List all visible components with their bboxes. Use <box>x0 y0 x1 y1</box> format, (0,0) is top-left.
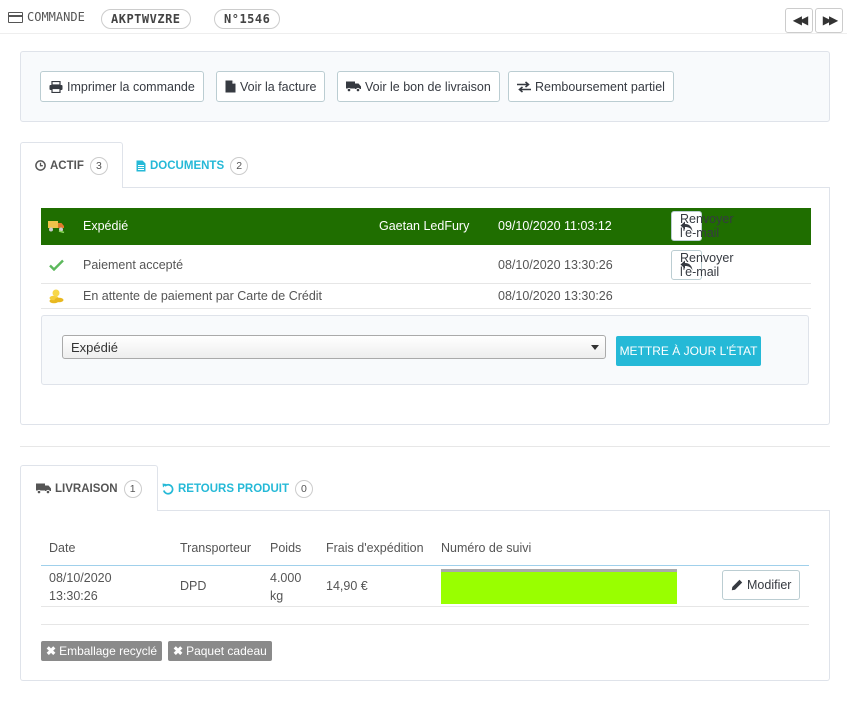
tab-documents-count: 2 <box>230 156 249 175</box>
column-header-weight: Poids <box>270 541 302 555</box>
order-number: N°1546 <box>214 9 281 29</box>
truck-icon <box>346 81 361 92</box>
resend-email-button[interactable]: Renvoyer l'e-mail <box>671 250 734 280</box>
update-status-button[interactable]: METTRE À JOUR L'ÉTAT <box>616 336 761 366</box>
history-status: Expédié <box>83 219 129 233</box>
history-employee: Gaetan LedFury <box>379 219 470 233</box>
tab-active-count: 3 <box>89 156 108 175</box>
status-update-form: Expédié METTRE À JOUR L'ÉTAT <box>41 315 809 385</box>
order-status-selected: Expédié <box>71 340 118 355</box>
next-order-button[interactable]: ▶▶ <box>815 8 843 33</box>
recycled-packaging-tag: ✖ Emballage recyclé <box>41 641 163 661</box>
order-title-label: COMMANDE <box>27 10 85 24</box>
tab-delivery-label: LIVRAISON <box>55 482 118 495</box>
forward-icon: ▶▶ <box>822 13 839 27</box>
partial-refund-label: Remboursement partiel <box>535 79 665 94</box>
status-tabs: ACTIF 3 DOCUMENTS 2 <box>20 142 830 189</box>
shipment-weight-unit: kg <box>270 589 284 603</box>
recycled-packaging-label: Emballage recyclé <box>59 644 158 658</box>
history-row: Paiement accepté 08/10/2020 13:30:26 Ren… <box>41 245 811 284</box>
print-order-button[interactable]: Imprimer la commande <box>40 71 204 102</box>
tracking-number-redacted <box>441 569 677 604</box>
column-header-shipping-cost: Frais d'expédition <box>326 541 424 555</box>
table-header-divider <box>41 565 809 566</box>
order-actions-panel: Imprimer la commande Voir la facture Voi… <box>20 51 830 122</box>
close-icon: ✖ <box>46 644 57 658</box>
tab-delivery-count: 1 <box>123 479 142 498</box>
shipment-weight: 4.000 kg <box>270 569 301 605</box>
check-icon <box>49 259 64 271</box>
table-row-divider <box>41 606 809 607</box>
undo-icon <box>162 483 174 495</box>
edit-shipping-label: Modifier <box>747 578 792 592</box>
history-row-current: Expédié Gaetan LedFury 09/10/2020 11:03:… <box>41 208 811 245</box>
history-status: En attente de paiement par Carte de Créd… <box>83 289 323 303</box>
truck-icon <box>36 483 51 494</box>
status-history-panel: Expédié Gaetan LedFury 09/10/2020 11:03:… <box>20 188 830 425</box>
history-date: 08/10/2020 13:30:26 <box>498 289 613 303</box>
print-order-label: Imprimer la commande <box>67 79 195 94</box>
shipment-date-time: 13:30:26 <box>49 589 98 603</box>
partial-refund-button[interactable]: Remboursement partiel <box>508 71 674 102</box>
tab-documents-label: DOCUMENTS <box>150 159 225 172</box>
exchange-icon <box>517 80 531 93</box>
shipping-tabs: LIVRAISON 1 RETOURS PRODUIT 0 <box>20 465 830 512</box>
column-header-date: Date <box>49 541 76 555</box>
shipment-date: 08/10/2020 13:30:26 <box>49 569 112 605</box>
edit-shipping-button[interactable]: Modifier <box>722 570 801 600</box>
column-header-tracking-number: Numéro de suivi <box>441 541 532 555</box>
clock-icon <box>35 160 46 171</box>
history-date: 09/10/2020 11:03:12 <box>498 219 612 233</box>
order-title: COMMANDE <box>8 10 85 24</box>
pencil-icon <box>731 579 743 591</box>
document-icon <box>136 160 146 171</box>
view-delivery-slip-label: Voir le bon de livraison <box>365 79 491 94</box>
backward-icon: ◀◀ <box>792 13 809 27</box>
coins-icon <box>49 289 64 304</box>
gift-wrapping-tag: ✖ Paquet cadeau <box>168 641 272 661</box>
view-invoice-label: Voir la facture <box>240 79 317 94</box>
section-divider <box>20 446 830 447</box>
resend-email-button[interactable]: Renvoyer l'e-mail <box>671 211 734 241</box>
tab-delivery[interactable]: LIVRAISON 1 <box>20 465 158 512</box>
shipment-cost: 14,90 € <box>326 579 368 593</box>
close-icon: ✖ <box>173 644 184 658</box>
history-date: 08/10/2020 13:30:26 <box>498 258 613 272</box>
history-status: Paiement accepté <box>83 258 184 272</box>
printer-icon <box>49 80 63 93</box>
order-status-select[interactable]: Expédié <box>62 335 606 359</box>
tab-documents[interactable]: DOCUMENTS 2 <box>122 142 262 189</box>
tab-product-returns-label: RETOURS PRODUIT <box>178 482 289 495</box>
gift-wrapping-label: Paquet cadeau <box>186 644 267 658</box>
shipment-carrier: DPD <box>180 579 207 593</box>
shipment-weight-value: 4.000 <box>270 571 302 585</box>
shipped-truck-icon <box>48 221 65 233</box>
tab-product-returns-count: 0 <box>294 479 313 498</box>
file-icon <box>225 80 236 93</box>
shipment-date-day: 08/10/2020 <box>49 571 112 585</box>
tab-active-label: ACTIF <box>50 159 84 172</box>
view-delivery-slip-button[interactable]: Voir le bon de livraison <box>337 71 500 102</box>
resend-email-label: Renvoyer l'e-mail <box>680 251 734 279</box>
history-row: En attente de paiement par Carte de Créd… <box>41 284 811 309</box>
order-reference: AKPTWVZRE <box>101 9 191 29</box>
order-header: COMMANDE AKPTWVZRE N°1546 ◀◀ ▶▶ <box>0 4 847 34</box>
credit-card-icon <box>8 11 23 23</box>
view-invoice-button[interactable]: Voir la facture <box>216 71 326 102</box>
table-bottom-divider <box>41 624 809 625</box>
chevron-down-icon <box>591 345 599 350</box>
resend-email-label: Renvoyer l'e-mail <box>680 212 734 240</box>
tab-active[interactable]: ACTIF 3 <box>20 142 123 189</box>
previous-order-button[interactable]: ◀◀ <box>785 8 813 33</box>
shipping-panel: Date Transporteur Poids Frais d'expéditi… <box>20 511 830 681</box>
tab-product-returns[interactable]: RETOURS PRODUIT 0 <box>148 465 327 512</box>
column-header-carrier: Transporteur <box>180 541 252 555</box>
